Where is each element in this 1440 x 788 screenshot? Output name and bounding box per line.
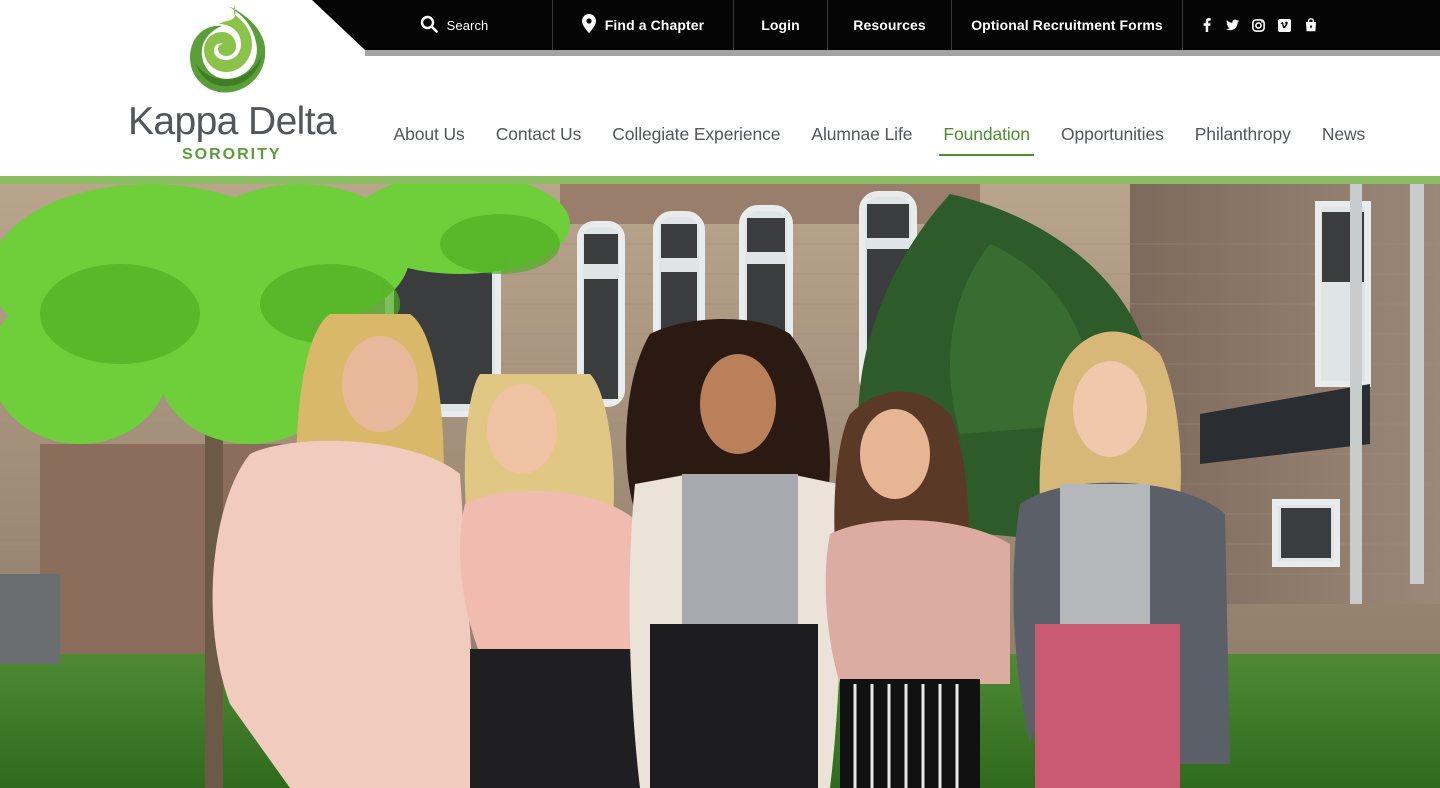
recruitment-forms-link[interactable]: Optional Recruitment Forms — [952, 0, 1183, 50]
nav-item-collegiate-experience[interactable]: Collegiate Experience — [597, 112, 796, 156]
nav-item-news[interactable]: News — [1306, 112, 1380, 156]
nav-item-philanthropy[interactable]: Philanthropy — [1179, 112, 1306, 156]
map-pin-icon — [581, 14, 596, 36]
shopping-bag-icon[interactable] — [1304, 18, 1317, 32]
header-accent-bar — [0, 176, 1440, 184]
nav-item-alumnae-life[interactable]: Alumnae Life — [796, 112, 928, 156]
kappa-delta-logo[interactable]: Kappa Delta SORORITY — [122, 0, 337, 170]
resources-label: Resources — [853, 17, 926, 33]
twitter-icon[interactable] — [1226, 19, 1239, 32]
nav-item-about-us[interactable]: About Us — [378, 112, 480, 156]
nav-item-contact-us[interactable]: Contact Us — [480, 112, 597, 156]
nav-item-foundation[interactable]: Foundation — [928, 112, 1046, 156]
main-navigation: About Us Contact Us Collegiate Experienc… — [378, 112, 1381, 156]
logo-name: Kappa Delta — [128, 100, 337, 143]
find-chapter-link[interactable]: Find a Chapter — [553, 0, 734, 50]
logo-spiral-icon — [190, 4, 266, 93]
utility-bar: Search Find a Chapter Login Resources Op… — [312, 0, 1440, 50]
resources-link[interactable]: Resources — [828, 0, 952, 50]
social-links — [1183, 0, 1317, 50]
instagram-icon[interactable] — [1252, 18, 1265, 32]
vimeo-icon[interactable] — [1278, 18, 1291, 32]
login-link[interactable]: Login — [734, 0, 828, 50]
search-button[interactable]: Search — [312, 0, 553, 50]
utility-bar-shadow — [365, 50, 1440, 56]
logo-subtitle: SORORITY — [182, 146, 282, 163]
search-icon — [420, 15, 438, 36]
search-label: Search — [446, 17, 489, 33]
hero-image — [0, 184, 1440, 788]
nav-item-opportunities[interactable]: Opportunities — [1045, 112, 1179, 156]
facebook-icon[interactable] — [1200, 18, 1213, 32]
recruitment-forms-label: Optional Recruitment Forms — [971, 17, 1163, 33]
find-chapter-label: Find a Chapter — [604, 17, 705, 33]
login-label: Login — [761, 17, 800, 33]
